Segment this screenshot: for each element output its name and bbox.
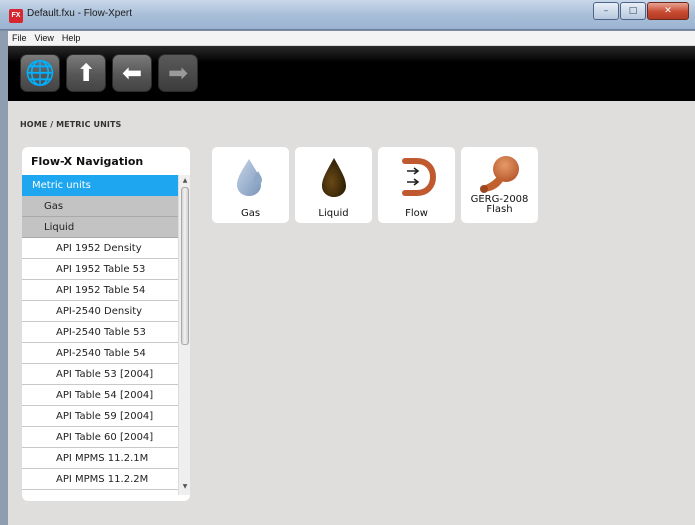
flow-pipe-icon — [401, 158, 436, 196]
nav-item[interactable]: API Table 53 [2004] — [22, 364, 178, 385]
window-frame-left — [0, 31, 8, 525]
breadcrumb: HOME / METRIC UNITS — [20, 120, 122, 129]
main-content: HOME / METRIC UNITS Flow-X Navigation Me… — [8, 101, 695, 525]
menu-bar: File View Help — [8, 31, 695, 46]
minimize-button[interactable]: – — [593, 2, 619, 20]
scroll-up-icon[interactable]: ▲ — [181, 177, 189, 184]
nav-item[interactable]: API MPMS 11.2.1M — [22, 448, 178, 469]
nav-item-gas[interactable]: Gas — [22, 196, 178, 217]
flow-tile-label: Flow — [405, 208, 428, 219]
title-bar: FX Default.fxu - Flow-Xpert – □ ✕ — [0, 0, 695, 30]
up-arrow-icon[interactable]: ⬆ — [66, 54, 106, 92]
menu-view[interactable]: View — [35, 33, 54, 43]
scroll-thumb[interactable] — [181, 187, 189, 345]
nav-list: Metric units Gas Liquid API 1952 Density… — [22, 175, 178, 490]
gerg-flash-tile[interactable]: GERG-2008 Flash — [461, 147, 538, 223]
back-arrow-icon[interactable]: ⬅ — [112, 54, 152, 92]
menu-help[interactable]: Help — [62, 33, 81, 43]
navigation-panel: Flow-X Navigation Metric units Gas Liqui… — [22, 147, 190, 501]
nav-item[interactable]: API Table 60 [2004] — [22, 427, 178, 448]
flow-tile[interactable]: Flow — [378, 147, 455, 223]
window-controls: – □ ✕ — [593, 2, 689, 20]
gas-tile-label: Gas — [240, 208, 261, 219]
close-button[interactable]: ✕ — [647, 2, 689, 20]
nav-item[interactable]: API-2540 Table 53 — [22, 322, 178, 343]
toolbar: 🌐 ⬆ ⬅ ➡ — [8, 46, 695, 101]
nav-item-metric-units[interactable]: Metric units — [22, 175, 178, 196]
globe-icon[interactable]: 🌐 — [20, 54, 60, 92]
nav-item[interactable]: API 1952 Table 53 — [22, 259, 178, 280]
nav-item[interactable]: API 1952 Table 54 — [22, 280, 178, 301]
flask-icon — [479, 156, 519, 193]
forward-arrow-icon[interactable]: ➡ — [158, 54, 198, 92]
nav-item[interactable]: API Table 54 [2004] — [22, 385, 178, 406]
nav-item[interactable]: API MPMS 11.2.2M — [22, 469, 178, 490]
liquid-tile[interactable]: Liquid — [295, 147, 372, 223]
gas-tile[interactable]: Gas — [212, 147, 289, 223]
gas-drop-icon — [236, 159, 262, 196]
nav-item[interactable]: API Table 59 [2004] — [22, 406, 178, 427]
app-icon: FX — [9, 9, 23, 23]
liquid-tile-label: Liquid — [318, 208, 349, 219]
maximize-button[interactable]: □ — [620, 2, 646, 20]
liquid-drop-icon — [321, 158, 346, 197]
gerg-flash-tile-label-line2: Flash — [486, 204, 513, 215]
menu-file[interactable]: File — [12, 33, 27, 43]
nav-item[interactable]: API 1952 Density — [22, 238, 178, 259]
nav-scrollbar[interactable]: ▲ ▼ — [178, 175, 190, 495]
scroll-down-icon[interactable]: ▼ — [181, 483, 189, 490]
nav-item[interactable]: API-2540 Density — [22, 301, 178, 322]
window-title: Default.fxu - Flow-Xpert — [27, 8, 133, 19]
nav-item-liquid[interactable]: Liquid — [22, 217, 178, 238]
category-tiles: Gas Liquid Flow GERG-2008 Flash — [212, 147, 538, 223]
nav-title: Flow-X Navigation — [31, 155, 144, 168]
nav-item[interactable]: API-2540 Table 54 — [22, 343, 178, 364]
